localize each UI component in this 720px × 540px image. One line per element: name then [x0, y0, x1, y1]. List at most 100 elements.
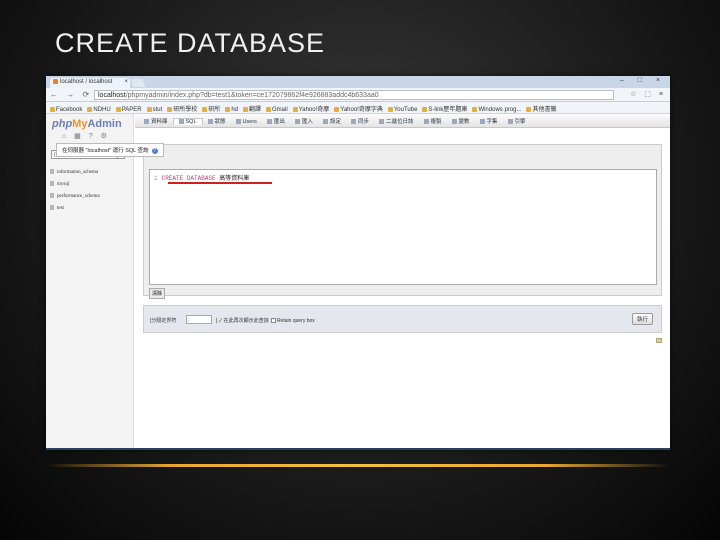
- menu-icon: [479, 119, 485, 125]
- bookmark-item[interactable]: YouTube: [387, 106, 417, 113]
- database-list: information_schema mysql performance_schem…: [50, 167, 133, 215]
- menu-tab[interactable]: 同步: [346, 117, 374, 125]
- bookmark-item[interactable]: 研所學校: [167, 104, 197, 113]
- folder-icon: [87, 106, 93, 112]
- clear-button[interactable]: 清除: [149, 288, 166, 299]
- folder-icon: [243, 106, 248, 112]
- bookmark-item[interactable]: Facebook: [50, 106, 82, 113]
- database-item[interactable]: performance_schema: [50, 191, 133, 203]
- menu-icon: [451, 119, 457, 125]
- sidebar-icons[interactable]: ⌂ ▦ ? ⚙: [46, 130, 133, 140]
- folder-icon: [292, 106, 298, 112]
- bookmark-item[interactable]: S-link歷年題庫: [422, 104, 467, 113]
- delimiter-label: [分隔定界符: [150, 318, 177, 324]
- retain-checkbox[interactable]: [270, 318, 276, 324]
- folder-icon: [526, 106, 532, 112]
- database-icon: [50, 193, 54, 199]
- database-icon: [50, 181, 54, 187]
- database-item[interactable]: test: [50, 203, 133, 215]
- menu-tab[interactable]: 引擎: [503, 117, 531, 125]
- bookmark-item[interactable]: 翻譯: [243, 104, 261, 113]
- go-button[interactable]: 執行: [631, 313, 653, 325]
- bookmark-item[interactable]: 其他書籤: [526, 104, 556, 113]
- rerun-label[interactable]: ] ✓ 在此再次顯示此查詢: [216, 318, 269, 324]
- folder-icon: [146, 106, 152, 112]
- help-icon[interactable]: ?: [151, 148, 158, 154]
- tab-title: localhost / localhost: [60, 79, 113, 86]
- menu-tab[interactable]: 狀態: [203, 117, 231, 125]
- taskbar: [46, 448, 670, 450]
- url-path: /phpmyadmin/index.php?db=test1&token=ce1…: [125, 92, 379, 99]
- menu-icon: [423, 119, 429, 125]
- new-tab-button[interactable]: [130, 79, 146, 87]
- sql-text: 高等資料庫: [219, 175, 250, 182]
- top-menu: 資料庫 SQL 狀態 Users 匯出 匯入 設定 同步 二進位日誌 複製 變數 字集 引擎: [135, 114, 670, 128]
- url-input[interactable]: localhost/phpmyadmin/index.php?db=test1&…: [94, 90, 614, 100]
- menu-tab[interactable]: 變數: [447, 117, 475, 125]
- database-item[interactable]: information_schema: [50, 167, 133, 179]
- bookmarks-bar: Facebook NDHU PAPER stut 研所學校 研所 hd 翻譯 Gmail Yaho…: [46, 102, 670, 114]
- menu-icon: [507, 119, 513, 125]
- status-strip: [143, 338, 662, 344]
- nav-buttons[interactable]: ← → ⟳: [50, 90, 92, 99]
- bookmark-item[interactable]: Windows prog...: [472, 106, 521, 113]
- menu-tab[interactable]: 二進位日誌: [374, 117, 419, 125]
- sql-keyword: CREATE DATABASE: [161, 175, 216, 182]
- menu-tab[interactable]: Users: [231, 119, 262, 125]
- slide-title: CREATE DATABASE: [55, 28, 326, 58]
- menu-tab[interactable]: SQL: [172, 118, 203, 125]
- menu-tab[interactable]: 匯入: [290, 117, 318, 125]
- folder-icon: [334, 106, 340, 112]
- menu-tab[interactable]: 資料庫: [139, 117, 173, 125]
- menu-icon: [178, 119, 184, 125]
- menu-icon: [144, 119, 149, 125]
- retain-label: Retain query box: [276, 318, 315, 324]
- phpmyadmin-logo[interactable]: phpMyAdmin: [46, 114, 133, 130]
- bookmark-item[interactable]: stut: [146, 106, 162, 113]
- bookmark-item[interactable]: Yahoo!奇摩: [292, 104, 329, 113]
- window-controls[interactable]: – □ ×: [620, 77, 666, 84]
- browser-tab[interactable]: localhost / localhost ×: [50, 78, 130, 88]
- menu-tab[interactable]: 複製: [419, 117, 447, 125]
- bookmark-item[interactable]: 研所: [202, 104, 220, 113]
- tab-bar: localhost / localhost × – □ ×: [46, 76, 670, 88]
- folder-icon: [202, 106, 208, 112]
- line-number: 1: [154, 175, 158, 182]
- url-host: localhost: [98, 92, 126, 99]
- folder-icon: [167, 106, 173, 112]
- menu-tab[interactable]: 字集: [475, 117, 503, 125]
- folder-icon: [115, 106, 121, 112]
- sidebar: phpMyAdmin ⌂ ▦ ? ⚙ (資料資料庫)... ▾ informat…: [46, 114, 134, 450]
- red-underline: [168, 182, 272, 184]
- address-icons[interactable]: ☆ ⬚ ≡: [630, 90, 666, 98]
- bookmark-item[interactable]: hd: [225, 106, 238, 113]
- delimiter-input[interactable]: ;: [186, 315, 212, 324]
- sql-query-textarea[interactable]: 1 CREATE DATABASE 高等資料庫: [149, 169, 657, 285]
- menu-icon: [235, 119, 241, 125]
- console-icon[interactable]: [656, 338, 662, 343]
- bookmark-item[interactable]: Yahoo!奇摩字典: [334, 104, 383, 113]
- menu-icon: [207, 119, 213, 125]
- tab-close-icon[interactable]: ×: [124, 79, 128, 85]
- menu-icon: [322, 119, 328, 125]
- folder-icon: [50, 106, 55, 112]
- database-icon: [50, 169, 54, 175]
- favicon-icon: [53, 79, 58, 84]
- folder-icon: [422, 106, 428, 112]
- menu-tab[interactable]: 設定: [318, 117, 346, 125]
- bookmark-item[interactable]: NDHU: [87, 106, 111, 113]
- query-options-bar: [分隔定界符 ; ] ✓ 在此再次顯示此查詢 Retain query box …: [143, 305, 662, 333]
- bookmark-item[interactable]: PAPER: [115, 106, 142, 113]
- folder-icon: [472, 106, 478, 112]
- menu-icon: [378, 119, 384, 125]
- browser-screenshot: localhost / localhost × – □ × ← → ⟳ loca…: [46, 76, 670, 450]
- folder-icon: [225, 106, 231, 112]
- bookmark-item[interactable]: Gmail: [266, 106, 288, 113]
- database-item[interactable]: mysql: [50, 179, 133, 191]
- menu-icon: [266, 119, 272, 125]
- database-icon: [50, 205, 54, 211]
- sql-legend: 在伺服器 "localhost" 運行 SQL 查詢?: [56, 143, 164, 157]
- menu-tab[interactable]: 匯出: [262, 117, 290, 125]
- sql-line: 1 CREATE DATABASE 高等資料庫: [154, 173, 249, 182]
- folder-icon: [387, 106, 393, 112]
